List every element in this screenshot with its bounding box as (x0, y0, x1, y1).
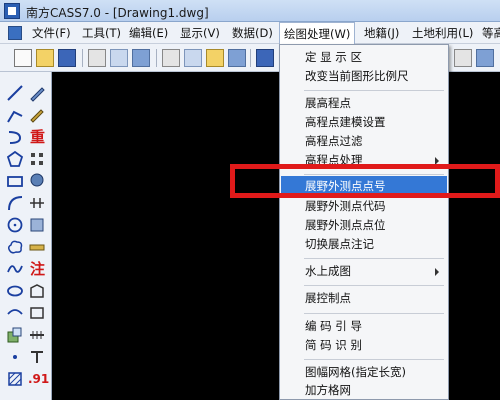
properties-icon[interactable] (476, 49, 494, 67)
submenu-arrow-icon (435, 268, 439, 276)
menu-edit[interactable]: 编辑(E) (125, 22, 172, 44)
menu-item-set-display-area[interactable]: 定 显 示 区 (281, 47, 447, 68)
menu-bar: 文件(F) 工具(T) 编辑(E) 显示(V) 数据(D) 绘图处理(W) 地籍… (0, 22, 500, 45)
polyline-icon[interactable] (6, 106, 24, 124)
box-icon[interactable] (28, 304, 46, 322)
cut-icon[interactable] (162, 49, 180, 67)
arc-icon[interactable] (6, 194, 24, 212)
menu-item-show-point-positions[interactable]: 展野外测点点位 (281, 215, 447, 236)
menu-separator (304, 90, 444, 91)
app-icon[interactable] (4, 3, 20, 19)
edit-icon[interactable] (28, 106, 46, 124)
hatch-icon[interactable] (6, 370, 24, 388)
fence-icon[interactable] (28, 194, 46, 212)
rectangle-icon[interactable] (6, 172, 24, 190)
menu-item-code-guide[interactable]: 编 码 引 导 (281, 316, 447, 337)
annotation-glyph[interactable]: 注 (30, 260, 45, 278)
menu-item-label: 水上成图 (305, 264, 351, 278)
menu-separator (304, 285, 444, 286)
menu-data[interactable]: 数据(D) (228, 22, 277, 44)
brush-icon[interactable] (228, 49, 246, 67)
menu-item-change-scale[interactable]: 改变当前图形比例尺 (281, 66, 447, 87)
copy-icon[interactable] (184, 49, 202, 67)
building-icon[interactable] (28, 216, 46, 234)
menu-item-add-grid[interactable]: 加方格网 (281, 380, 447, 400)
drawing-process-menu: 定 显 示 区 改变当前图形比例尺 展高程点 高程点建模设置 高程点过滤 高程点… (279, 44, 449, 400)
layer-icon[interactable] (454, 49, 472, 67)
point-icon[interactable] (6, 348, 24, 366)
print-icon[interactable] (88, 49, 106, 67)
menu-cadastre[interactable]: 地籍(J) (360, 22, 403, 44)
shape-icon[interactable] (28, 282, 46, 300)
menu-file[interactable]: 文件(F) (28, 22, 75, 44)
insert-block-icon[interactable] (6, 326, 24, 344)
menu-item-elevation-process[interactable]: 高程点处理 (281, 150, 447, 171)
ellipse-arc-icon[interactable] (6, 304, 24, 322)
menu-view[interactable]: 显示(V) (176, 22, 224, 44)
circle-icon[interactable] (6, 216, 24, 234)
elevation-label-glyph[interactable]: 重 (30, 128, 45, 146)
menu-land-use[interactable]: 土地利用(L) (408, 22, 477, 44)
toolbar-separator (250, 49, 251, 67)
ellipse-icon[interactable] (6, 282, 24, 300)
paste-icon[interactable] (206, 49, 224, 67)
menu-item-show-control-points[interactable]: 展控制点 (281, 288, 447, 309)
curve-icon[interactable] (6, 128, 24, 146)
tree-icon[interactable] (28, 172, 46, 190)
point-number-glyph[interactable]: .91 (28, 370, 49, 388)
toolbar-separator (82, 49, 83, 67)
menu-item-toggle-point-labels[interactable]: 切换展点注记 (281, 234, 447, 255)
undo-icon[interactable] (256, 49, 274, 67)
save-icon[interactable] (58, 49, 76, 67)
grid-icon[interactable] (28, 150, 46, 168)
line-icon[interactable] (6, 84, 24, 102)
menu-separator (304, 313, 444, 314)
open-folder-icon[interactable] (36, 49, 54, 67)
menu-item-shortcode-recognition[interactable]: 简 码 识 别 (281, 335, 447, 356)
toolbar-separator (156, 49, 157, 67)
pentagon-icon[interactable] (6, 150, 24, 168)
menu-contour[interactable]: 等高 (478, 22, 500, 44)
menu-separator (304, 359, 444, 360)
text-tool-icon[interactable] (28, 348, 46, 366)
draw-toolbox: 重 注 .91 (0, 72, 52, 400)
menu-drawing-process[interactable]: 绘图处理(W) (279, 22, 356, 45)
plot-icon[interactable] (132, 49, 150, 67)
rail-icon[interactable] (28, 326, 46, 344)
ruler-icon[interactable] (28, 238, 46, 256)
menu-item-hydrographic-mapping[interactable]: 水上成图 (281, 261, 447, 282)
menu-item-show-elevation[interactable]: 展高程点 (281, 93, 447, 114)
spline-icon[interactable] (6, 260, 24, 278)
window-title: 南方CASS7.0 - [Drawing1.dwg] (26, 6, 209, 20)
pen-icon[interactable] (28, 84, 46, 102)
menu-separator (304, 174, 444, 175)
preview-icon[interactable] (110, 49, 128, 67)
cloud-icon[interactable] (6, 238, 24, 256)
title-bar: 南方CASS7.0 - [Drawing1.dwg] (0, 0, 500, 22)
menu-item-label: 高程点处理 (305, 153, 363, 167)
document-icon[interactable] (8, 26, 22, 40)
menu-separator (304, 258, 444, 259)
menu-item-elevation-model[interactable]: 高程点建模设置 (281, 112, 447, 133)
menu-tools[interactable]: 工具(T) (78, 22, 125, 44)
new-file-icon[interactable] (14, 49, 32, 67)
menu-item-elevation-filter[interactable]: 高程点过滤 (281, 131, 447, 152)
submenu-arrow-icon (435, 157, 439, 165)
menu-item-show-point-codes[interactable]: 展野外测点代码 (281, 196, 447, 217)
menu-item-show-point-numbers[interactable]: 展野外测点点号 (281, 176, 447, 197)
